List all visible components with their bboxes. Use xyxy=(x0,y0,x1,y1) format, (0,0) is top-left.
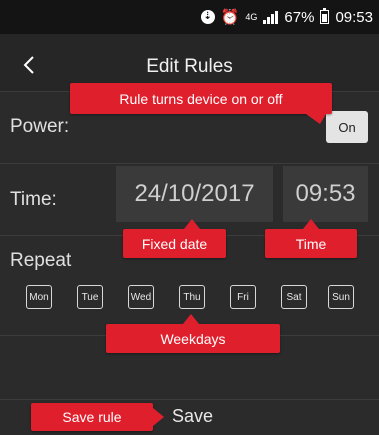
day-toggle-wed[interactable]: Wed xyxy=(128,285,154,309)
alarm-icon: ⏰ xyxy=(220,9,240,26)
annotation-save-pointer xyxy=(153,408,164,426)
time-field[interactable]: 09:53 xyxy=(283,166,368,222)
annotation-save: Save rule xyxy=(31,403,153,431)
status-clock: 09:53 xyxy=(335,8,373,26)
day-toggle-thu[interactable]: Thu xyxy=(179,285,205,309)
repeat-label: Repeat xyxy=(10,250,72,271)
battery-percent: 67% xyxy=(284,8,315,26)
annotation-weekdays-pointer xyxy=(183,314,199,324)
power-label: Power: xyxy=(10,116,70,137)
save-button[interactable]: Save xyxy=(172,406,213,427)
battery-icon xyxy=(320,8,330,24)
network-type-icon: 4G xyxy=(245,12,258,22)
annotation-weekdays: Weekdays xyxy=(106,324,280,353)
date-field[interactable]: 24/10/2017 xyxy=(116,166,273,222)
annotation-date: Fixed date xyxy=(123,229,226,258)
annotation-time: Time xyxy=(265,229,357,258)
signal-icon xyxy=(263,10,279,24)
status-bar: ⇣ ⏰ 4G 67% 09:53 xyxy=(0,0,379,34)
day-toggle-sat[interactable]: Sat xyxy=(281,285,307,309)
power-toggle-button[interactable]: On xyxy=(326,111,368,143)
page-title: Edit Rules xyxy=(146,56,233,77)
annotation-date-pointer xyxy=(184,219,200,229)
day-toggle-mon[interactable]: Mon xyxy=(26,285,52,309)
annotation-power-pointer xyxy=(306,114,326,124)
time-label: Time: xyxy=(10,189,57,210)
day-toggle-tue[interactable]: Tue xyxy=(77,285,103,309)
data-saver-icon: ⇣ xyxy=(200,10,215,24)
annotation-time-pointer xyxy=(303,219,319,229)
day-toggle-sun[interactable]: Sun xyxy=(328,285,354,309)
annotation-power: Rule turns device on or off xyxy=(70,83,332,114)
day-toggle-fri[interactable]: Fri xyxy=(230,285,256,309)
